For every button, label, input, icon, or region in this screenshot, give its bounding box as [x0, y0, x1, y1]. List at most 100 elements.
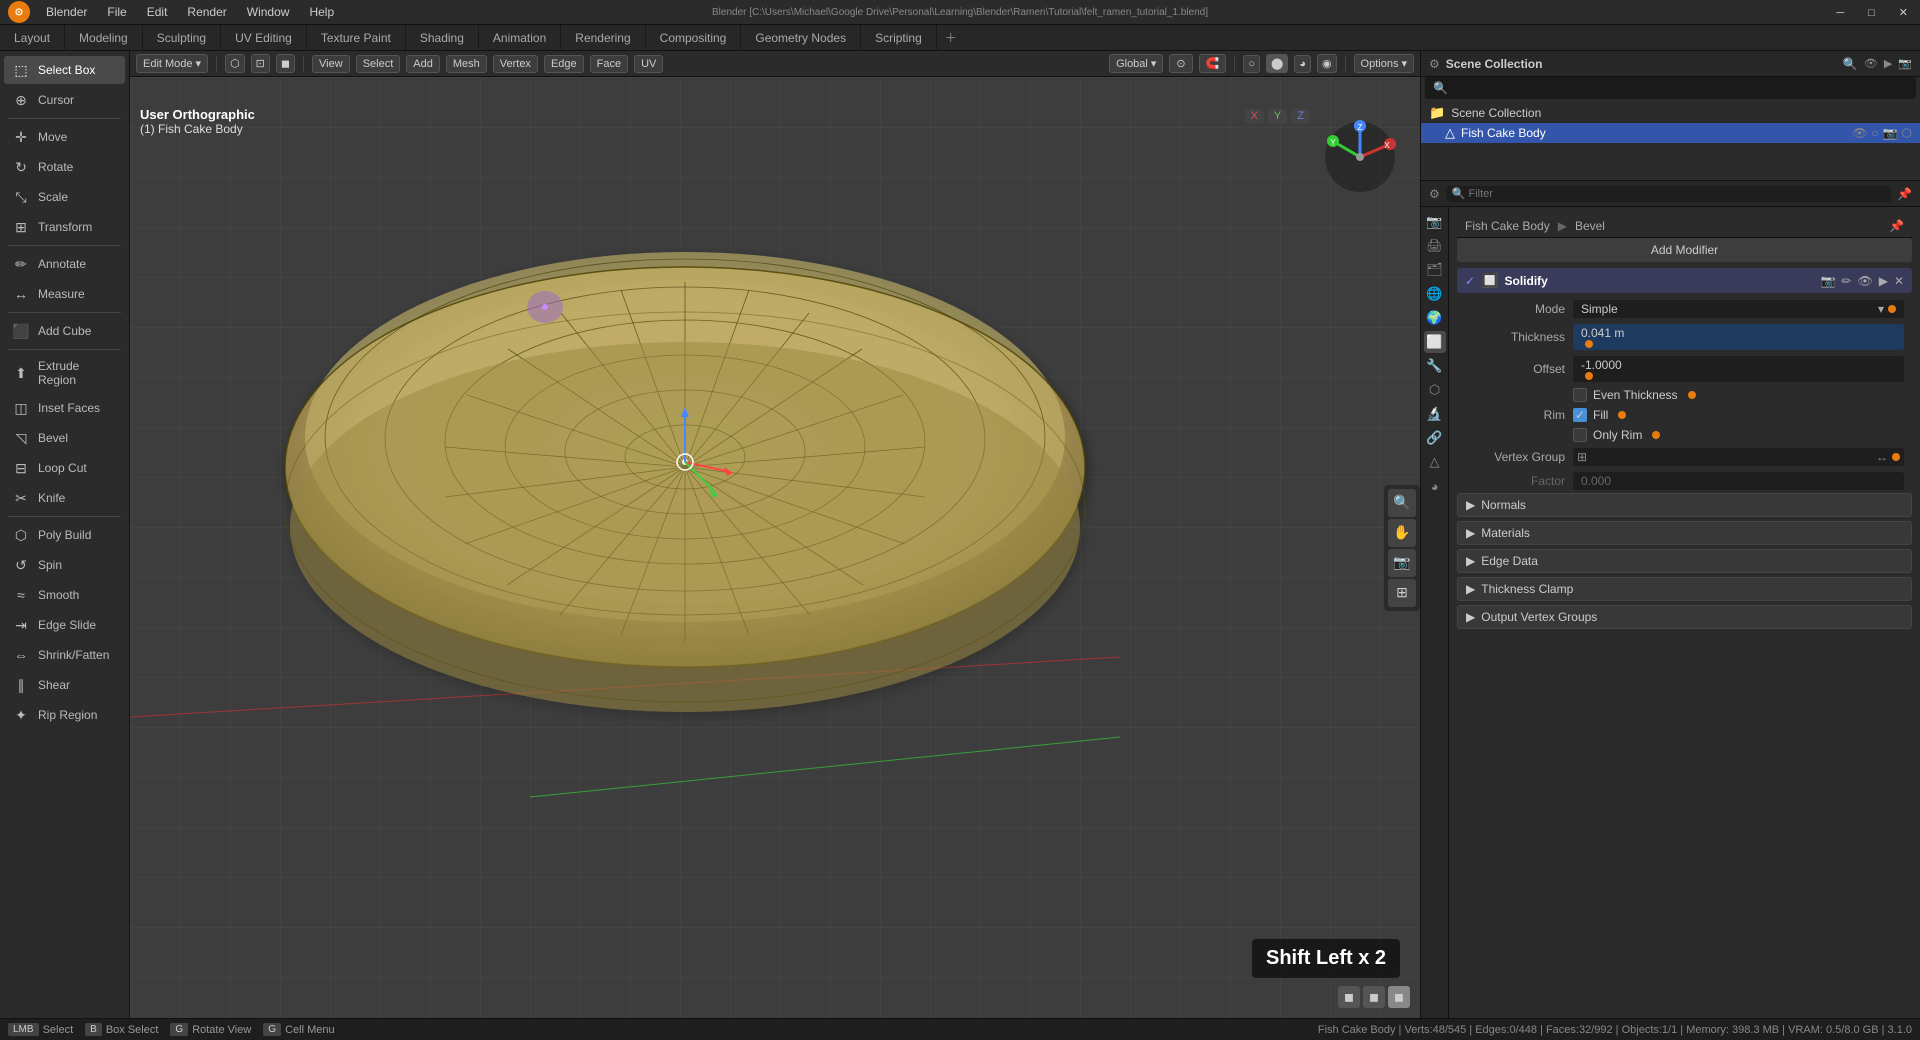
outliner-filter-icon[interactable]: ⚙ [1429, 57, 1440, 71]
viewport-options[interactable]: Options ▾ [1354, 54, 1414, 73]
vertex-group-field[interactable]: ⊞ ↔ [1573, 448, 1904, 466]
tool-rotate[interactable]: ↻ Rotate [4, 153, 125, 181]
tab-modeling[interactable]: Modeling [65, 25, 143, 50]
tool-scale[interactable]: ⤡ Scale [4, 183, 125, 211]
pin-icon[interactable]: 📌 [1889, 219, 1904, 233]
vertex-select-mode[interactable]: ⬡ [225, 54, 245, 73]
pan-button[interactable]: ✋ [1388, 519, 1416, 547]
properties-pin-icon[interactable]: 📌 [1897, 187, 1912, 201]
properties-filter-icon[interactable]: ⚙ [1429, 187, 1440, 201]
tool-inset-faces[interactable]: ◫ Inset Faces [4, 394, 125, 422]
data-props-icon[interactable]: △ [1424, 451, 1446, 473]
even-thickness-checkbox[interactable] [1573, 388, 1587, 402]
outliner-select-icon[interactable]: ▶ [1884, 57, 1892, 70]
corner-btn-2[interactable]: ◼ [1363, 986, 1385, 1008]
edge-select-mode[interactable]: ⊡ [251, 54, 270, 73]
tool-annotate[interactable]: ✏ Annotate [4, 250, 125, 278]
tool-add-cube[interactable]: ⬛ Add Cube [4, 317, 125, 345]
minimize-button[interactable]: ─ [1824, 0, 1856, 25]
solidify-modifier-header[interactable]: ✓ 🔲 Solidify 📷 ✏ 👁 ▶ ✕ [1457, 268, 1912, 293]
world-props-icon[interactable]: 🌍 [1424, 307, 1446, 329]
visibility-eye-icon[interactable]: 👁 [1852, 126, 1867, 140]
thickness-clamp-collapse-header[interactable]: ▶ Thickness Clamp [1458, 578, 1911, 600]
view-layer-props-icon[interactable]: 🗂 [1424, 259, 1446, 281]
camera-button[interactable]: 📷 [1388, 549, 1416, 577]
properties-search-input[interactable] [1446, 186, 1891, 202]
tab-sculpting[interactable]: Sculpting [143, 25, 221, 50]
bevel-crumb[interactable]: Bevel [1575, 219, 1605, 233]
add-workspace-button[interactable]: ＋ [937, 25, 965, 50]
tool-transform[interactable]: ⊞ Transform [4, 213, 125, 241]
constraints-props-icon[interactable]: 🔗 [1424, 427, 1446, 449]
tool-move[interactable]: ✛ Move [4, 123, 125, 151]
select-circle-icon[interactable]: ○ [1871, 126, 1878, 140]
outliner-search-icon[interactable]: 🔍 [1843, 57, 1858, 71]
navigation-gizmo[interactable]: X Y Z [1320, 117, 1400, 197]
tool-poly-build[interactable]: ⬡ Poly Build [4, 521, 125, 549]
corner-btn-1[interactable]: ◼ [1338, 986, 1360, 1008]
uv-menu[interactable]: UV [634, 55, 663, 73]
pivot-point[interactable]: ⊙ [1169, 54, 1192, 73]
tab-compositing[interactable]: Compositing [646, 25, 742, 50]
tab-layout[interactable]: Layout [0, 25, 65, 50]
z-axis-btn[interactable]: Z [1291, 109, 1310, 123]
physics-props-icon[interactable]: 🔬 [1424, 403, 1446, 425]
grid-button[interactable]: ⊞ [1388, 579, 1416, 607]
tool-smooth[interactable]: ≈ Smooth [4, 581, 125, 609]
close-button[interactable]: ✕ [1887, 0, 1920, 25]
outliner-render-icon[interactable]: 📷 [1898, 57, 1912, 70]
3d-viewport[interactable]: Edit Mode ▾ ⬡ ⊡ ◼ View Select Add Mesh V… [130, 51, 1420, 1018]
tab-texture-paint[interactable]: Texture Paint [307, 25, 406, 50]
face-select-mode[interactable]: ◼ [276, 54, 295, 73]
materials-collapse-header[interactable]: ▶ Materials [1458, 522, 1911, 544]
output-props-icon[interactable]: 🖨 [1424, 235, 1446, 257]
output-vertex-groups-collapse-header[interactable]: ▶ Output Vertex Groups [1458, 606, 1911, 628]
tool-cursor[interactable]: ⊕ Cursor [4, 86, 125, 114]
outliner-visibility-icon[interactable]: 👁 [1864, 57, 1878, 70]
only-rim-checkbox[interactable] [1573, 428, 1587, 442]
modifier-delete-icon[interactable]: ✕ [1894, 274, 1904, 288]
material-props-icon[interactable]: ◕ [1424, 475, 1446, 497]
solidify-toggle[interactable]: ✓ [1465, 274, 1475, 288]
menu-file[interactable]: File [99, 3, 134, 21]
view-menu[interactable]: View [312, 55, 350, 73]
x-axis-btn[interactable]: X [1245, 109, 1264, 123]
tool-measure[interactable]: ↔ Measure [4, 280, 125, 308]
render-props-icon[interactable]: 📷 [1424, 211, 1446, 233]
modifier-props-icon[interactable]: 🔧 [1424, 355, 1446, 377]
fill-checkbox[interactable]: ✓ [1573, 408, 1587, 422]
maximize-button[interactable]: □ [1856, 0, 1887, 25]
menu-edit[interactable]: Edit [139, 3, 176, 21]
tool-rip-region[interactable]: ✦ Rip Region [4, 701, 125, 729]
modifier-render-icon[interactable]: ▶ [1879, 274, 1888, 288]
solid-mode[interactable]: ⬤ [1266, 54, 1288, 73]
particles-props-icon[interactable]: ⬡ [1424, 379, 1446, 401]
tab-geometry-nodes[interactable]: Geometry Nodes [741, 25, 861, 50]
corner-btn-3[interactable]: ◼ [1388, 986, 1410, 1008]
face-menu[interactable]: Face [590, 55, 628, 73]
tab-shading[interactable]: Shading [406, 25, 479, 50]
scene-props-icon[interactable]: 🌐 [1424, 283, 1446, 305]
thickness-field[interactable]: 0.041 m [1573, 324, 1904, 350]
tool-shear[interactable]: ∥ Shear [4, 671, 125, 699]
vertex-menu[interactable]: Vertex [493, 55, 538, 73]
tool-shrink-fatten[interactable]: ⇔ Shrink/Fatten [4, 641, 125, 669]
snap-toggle[interactable]: 🧲 [1199, 54, 1227, 73]
viewport-canvas[interactable]: User Orthographic (1) Fish Cake Body X Y [130, 77, 1420, 1018]
outliner-scene-collection[interactable]: 📁 Scene Collection [1421, 103, 1920, 123]
modifier-edit-icon[interactable]: ✏ [1841, 274, 1851, 288]
y-axis-btn[interactable]: Y [1268, 109, 1287, 123]
render-camera-icon[interactable]: 📷 [1883, 126, 1898, 140]
tool-knife[interactable]: ✂ Knife [4, 484, 125, 512]
add-menu[interactable]: Add [406, 55, 440, 73]
tool-spin[interactable]: ↺ Spin [4, 551, 125, 579]
object-props-icon[interactable]: ⬜ [1424, 331, 1446, 353]
tab-scripting[interactable]: Scripting [861, 25, 937, 50]
tab-rendering[interactable]: Rendering [561, 25, 645, 50]
fish-cake-body-crumb[interactable]: Fish Cake Body [1465, 219, 1550, 233]
edge-data-collapse-header[interactable]: ▶ Edge Data [1458, 550, 1911, 572]
material-preview[interactable]: ◕ [1294, 55, 1311, 73]
edge-menu[interactable]: Edge [544, 55, 584, 73]
transform-orientation[interactable]: Global ▾ [1109, 54, 1163, 73]
data-icon[interactable]: ⬡ [1902, 126, 1912, 140]
